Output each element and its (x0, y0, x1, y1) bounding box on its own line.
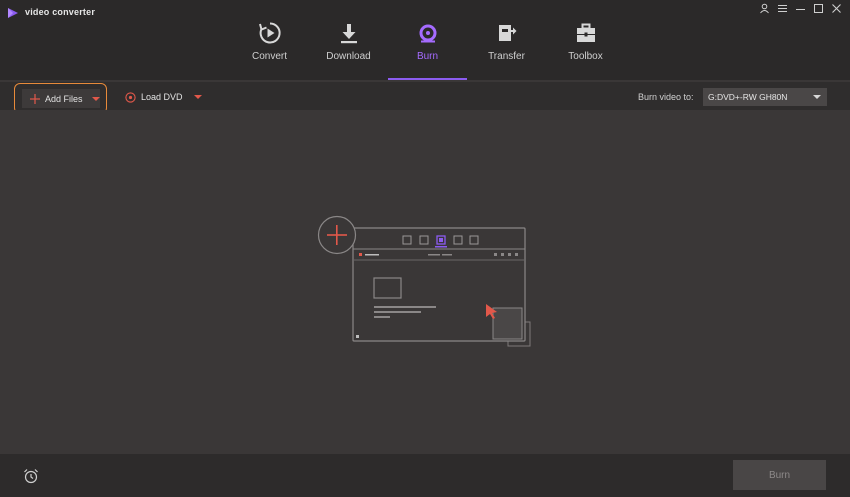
tab-toolbox[interactable]: Toolbox (546, 18, 625, 80)
tab-convert[interactable]: Convert (230, 18, 309, 80)
burn-button[interactable]: Burn (733, 460, 826, 490)
tab-label: Transfer (488, 51, 525, 62)
burn-video-to-label: Burn video to: (638, 92, 694, 102)
transfer-icon (495, 21, 519, 45)
alarm-clock-icon[interactable] (23, 468, 39, 484)
disc-icon (125, 91, 136, 103)
minimize-icon[interactable] (795, 3, 806, 14)
maximize-icon[interactable] (813, 3, 824, 14)
add-files-illustration[interactable] (316, 215, 532, 350)
app-title: video converter (7, 5, 95, 19)
download-icon (337, 21, 361, 45)
tab-burn[interactable]: Burn (388, 18, 467, 80)
burn-target-select[interactable]: G:DVD+-RW GH80N (703, 88, 827, 106)
bottom-bar: Burn (0, 454, 850, 497)
tab-download[interactable]: Download (309, 18, 388, 80)
load-dvd-label: Load DVD (141, 92, 183, 102)
window-controls (759, 3, 842, 14)
title-bar: video converter Convert Download Burn Tr… (0, 0, 850, 80)
close-icon[interactable] (831, 3, 842, 14)
add-files-button[interactable]: Add Files (22, 89, 100, 108)
user-icon[interactable] (759, 3, 770, 14)
tab-label: Burn (416, 51, 439, 62)
menu-icon[interactable] (777, 3, 788, 14)
load-dvd-button[interactable]: Load DVD (125, 91, 202, 103)
add-files-dropdown-icon[interactable] (92, 96, 100, 102)
burn-icon (416, 21, 440, 45)
toolbar: Add Files Load DVD Burn video to: G:DVD+… (0, 82, 850, 114)
load-dvd-dropdown-icon[interactable] (193, 94, 202, 100)
chevron-down-icon (813, 94, 821, 100)
burn-target-value: G:DVD+-RW GH80N (708, 92, 788, 102)
tab-label: Download (326, 51, 371, 62)
add-files-label: Add Files (45, 93, 83, 104)
convert-icon (258, 21, 282, 45)
plus-icon (29, 93, 41, 105)
toolbox-icon (574, 21, 598, 45)
app-name: video converter (25, 7, 96, 17)
app-logo-icon (7, 6, 19, 18)
tab-label: Toolbox (568, 51, 603, 62)
main-nav: Convert Download Burn Transfer Toolbox (230, 18, 625, 80)
tab-label: Convert (251, 51, 287, 62)
tab-transfer[interactable]: Transfer (467, 18, 546, 80)
